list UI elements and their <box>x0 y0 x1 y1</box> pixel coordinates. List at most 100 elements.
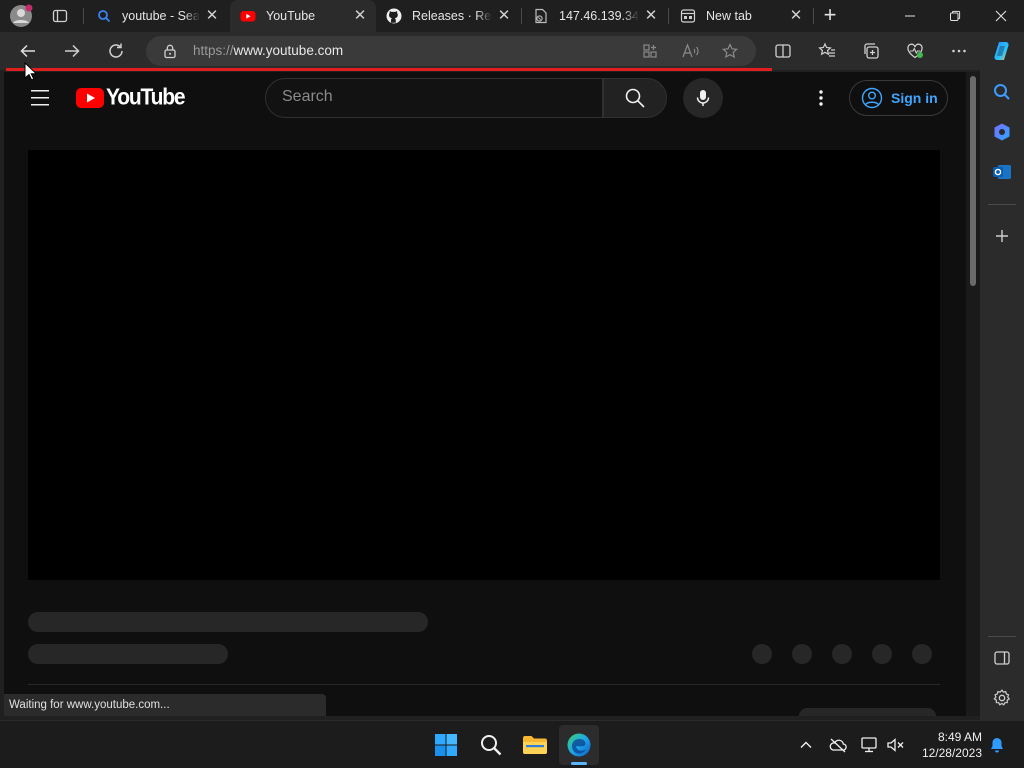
volume-muted-icon[interactable] <box>886 736 906 754</box>
sidebar-add-icon[interactable] <box>992 226 1012 246</box>
youtube-search-box <box>265 78 603 118</box>
tab-releases[interactable]: Releases · Rectify11 ✕ <box>376 0 520 32</box>
new-tab-page-icon <box>680 8 696 24</box>
split-screen-icon[interactable] <box>767 35 799 67</box>
tab-youtube-search[interactable]: youtube - Search ✕ <box>86 0 228 32</box>
tab-separator <box>668 8 669 24</box>
sidebar-divider <box>988 636 1016 637</box>
search-icon[interactable] <box>471 725 511 765</box>
tab-title: Releases · Rectify11 <box>412 9 492 23</box>
hide-sidebar-icon[interactable] <box>992 648 1012 668</box>
voice-search-button[interactable] <box>683 78 723 118</box>
tab-separator <box>521 8 522 24</box>
new-tab-button[interactable]: + <box>818 4 842 28</box>
favorites-icon[interactable] <box>811 35 843 67</box>
address-bar[interactable]: https://www.youtube.com <box>146 36 756 66</box>
close-tab-icon[interactable]: ✕ <box>788 8 804 24</box>
windows-taskbar: 8:49 AM 12/28/2023 <box>0 720 1024 768</box>
copilot-icon[interactable] <box>986 35 1018 67</box>
tab-actions-icon[interactable] <box>52 8 68 24</box>
microphone-icon <box>693 88 713 108</box>
web-page-content: YouTube Sign in <box>4 72 966 716</box>
favorite-star-icon[interactable] <box>722 43 738 59</box>
youtube-play-icon <box>76 88 104 108</box>
loading-title-placeholder <box>28 612 428 632</box>
active-app-indicator <box>571 762 587 765</box>
tab-title: youtube - Search <box>122 9 200 23</box>
mouse-cursor <box>24 62 36 82</box>
clock-time: 8:49 AM <box>937 730 982 744</box>
loading-action-placeholder <box>832 644 852 664</box>
account-circle-icon <box>861 87 883 109</box>
show-hidden-icons-chevron-icon[interactable] <box>798 737 814 753</box>
loading-chip-placeholder <box>799 708 936 716</box>
restore-button[interactable] <box>933 0 977 32</box>
more-options-icon[interactable] <box>810 86 832 110</box>
notification-bell-icon[interactable] <box>988 736 1006 754</box>
lock-icon[interactable] <box>162 43 178 59</box>
sign-in-button[interactable]: Sign in <box>849 80 948 116</box>
close-tab-icon[interactable]: ✕ <box>352 8 368 24</box>
clock-date: 12/28/2023 <box>921 746 982 760</box>
sign-in-label: Sign in <box>891 90 938 106</box>
settings-and-more-icon[interactable] <box>943 35 975 67</box>
onedrive-offline-icon[interactable] <box>828 736 848 754</box>
system-clock[interactable]: 8:49 AM 12/28/2023 <box>912 729 982 761</box>
youtube-logo-text: YouTube <box>106 85 186 110</box>
sidebar-divider <box>988 204 1016 205</box>
search-icon <box>96 8 112 24</box>
search-button[interactable] <box>603 78 667 118</box>
profile-avatar-icon[interactable] <box>9 4 33 28</box>
file-explorer-icon[interactable] <box>515 725 555 765</box>
page-loading-progress <box>6 68 772 71</box>
tab-youtube[interactable]: YouTube ✕ <box>230 0 376 32</box>
edge-sidebar <box>980 70 1024 720</box>
github-icon <box>386 8 402 24</box>
loading-action-placeholder <box>872 644 892 664</box>
tab-new-tab[interactable]: New tab ✕ <box>670 0 812 32</box>
page-error-icon <box>533 8 549 24</box>
url-host: www.youtube.com <box>233 43 344 58</box>
close-window-button[interactable] <box>978 0 1024 32</box>
tab-separator <box>83 8 84 24</box>
read-aloud-icon[interactable] <box>682 43 700 59</box>
status-bar: Waiting for www.youtube.com... <box>4 694 326 716</box>
tab-ip-address[interactable]: 147.46.139.34 ✕ <box>523 0 667 32</box>
close-tab-icon[interactable]: ✕ <box>496 8 512 24</box>
sidebar-settings-icon[interactable] <box>992 688 1012 708</box>
start-icon[interactable] <box>426 725 466 765</box>
browser-essentials-icon[interactable] <box>899 35 931 67</box>
page-scrollbar[interactable] <box>966 72 980 716</box>
tab-separator <box>813 8 814 24</box>
sidebar-search-icon[interactable] <box>992 82 1012 102</box>
sidebar-outlook-icon[interactable] <box>992 162 1012 182</box>
loading-action-placeholder <box>752 644 772 664</box>
url-text[interactable]: https://www.youtube.com <box>193 43 343 58</box>
content-divider <box>28 684 940 685</box>
tab-title: New tab <box>706 9 752 23</box>
search-icon <box>624 87 646 109</box>
sidebar-designer-icon[interactable] <box>992 122 1012 142</box>
minimize-button[interactable] <box>888 0 932 32</box>
menu-icon[interactable] <box>24 87 56 109</box>
video-player-placeholder[interactable] <box>28 150 940 580</box>
browser-toolbar: https://www.youtube.com <box>0 32 1024 70</box>
url-scheme: https:// <box>193 43 234 58</box>
network-icon[interactable] <box>860 736 880 754</box>
youtube-icon <box>240 8 256 24</box>
scrollbar-thumb[interactable] <box>970 76 976 286</box>
app-available-icon[interactable] <box>642 43 658 59</box>
refresh-button[interactable] <box>100 35 132 67</box>
tab-title: 147.46.139.34 <box>559 9 639 23</box>
tab-strip: youtube - Search ✕ YouTube ✕ Releases · … <box>0 0 1024 32</box>
loading-channel-placeholder <box>28 644 228 664</box>
close-tab-icon[interactable]: ✕ <box>204 8 220 24</box>
youtube-logo[interactable]: YouTube <box>76 85 186 110</box>
close-tab-icon[interactable]: ✕ <box>643 8 659 24</box>
collections-icon[interactable] <box>855 35 887 67</box>
edge-icon[interactable] <box>559 725 599 765</box>
loading-action-placeholder <box>912 644 932 664</box>
tab-title: YouTube <box>266 9 316 23</box>
forward-button[interactable] <box>56 35 88 67</box>
search-input[interactable] <box>282 88 582 106</box>
